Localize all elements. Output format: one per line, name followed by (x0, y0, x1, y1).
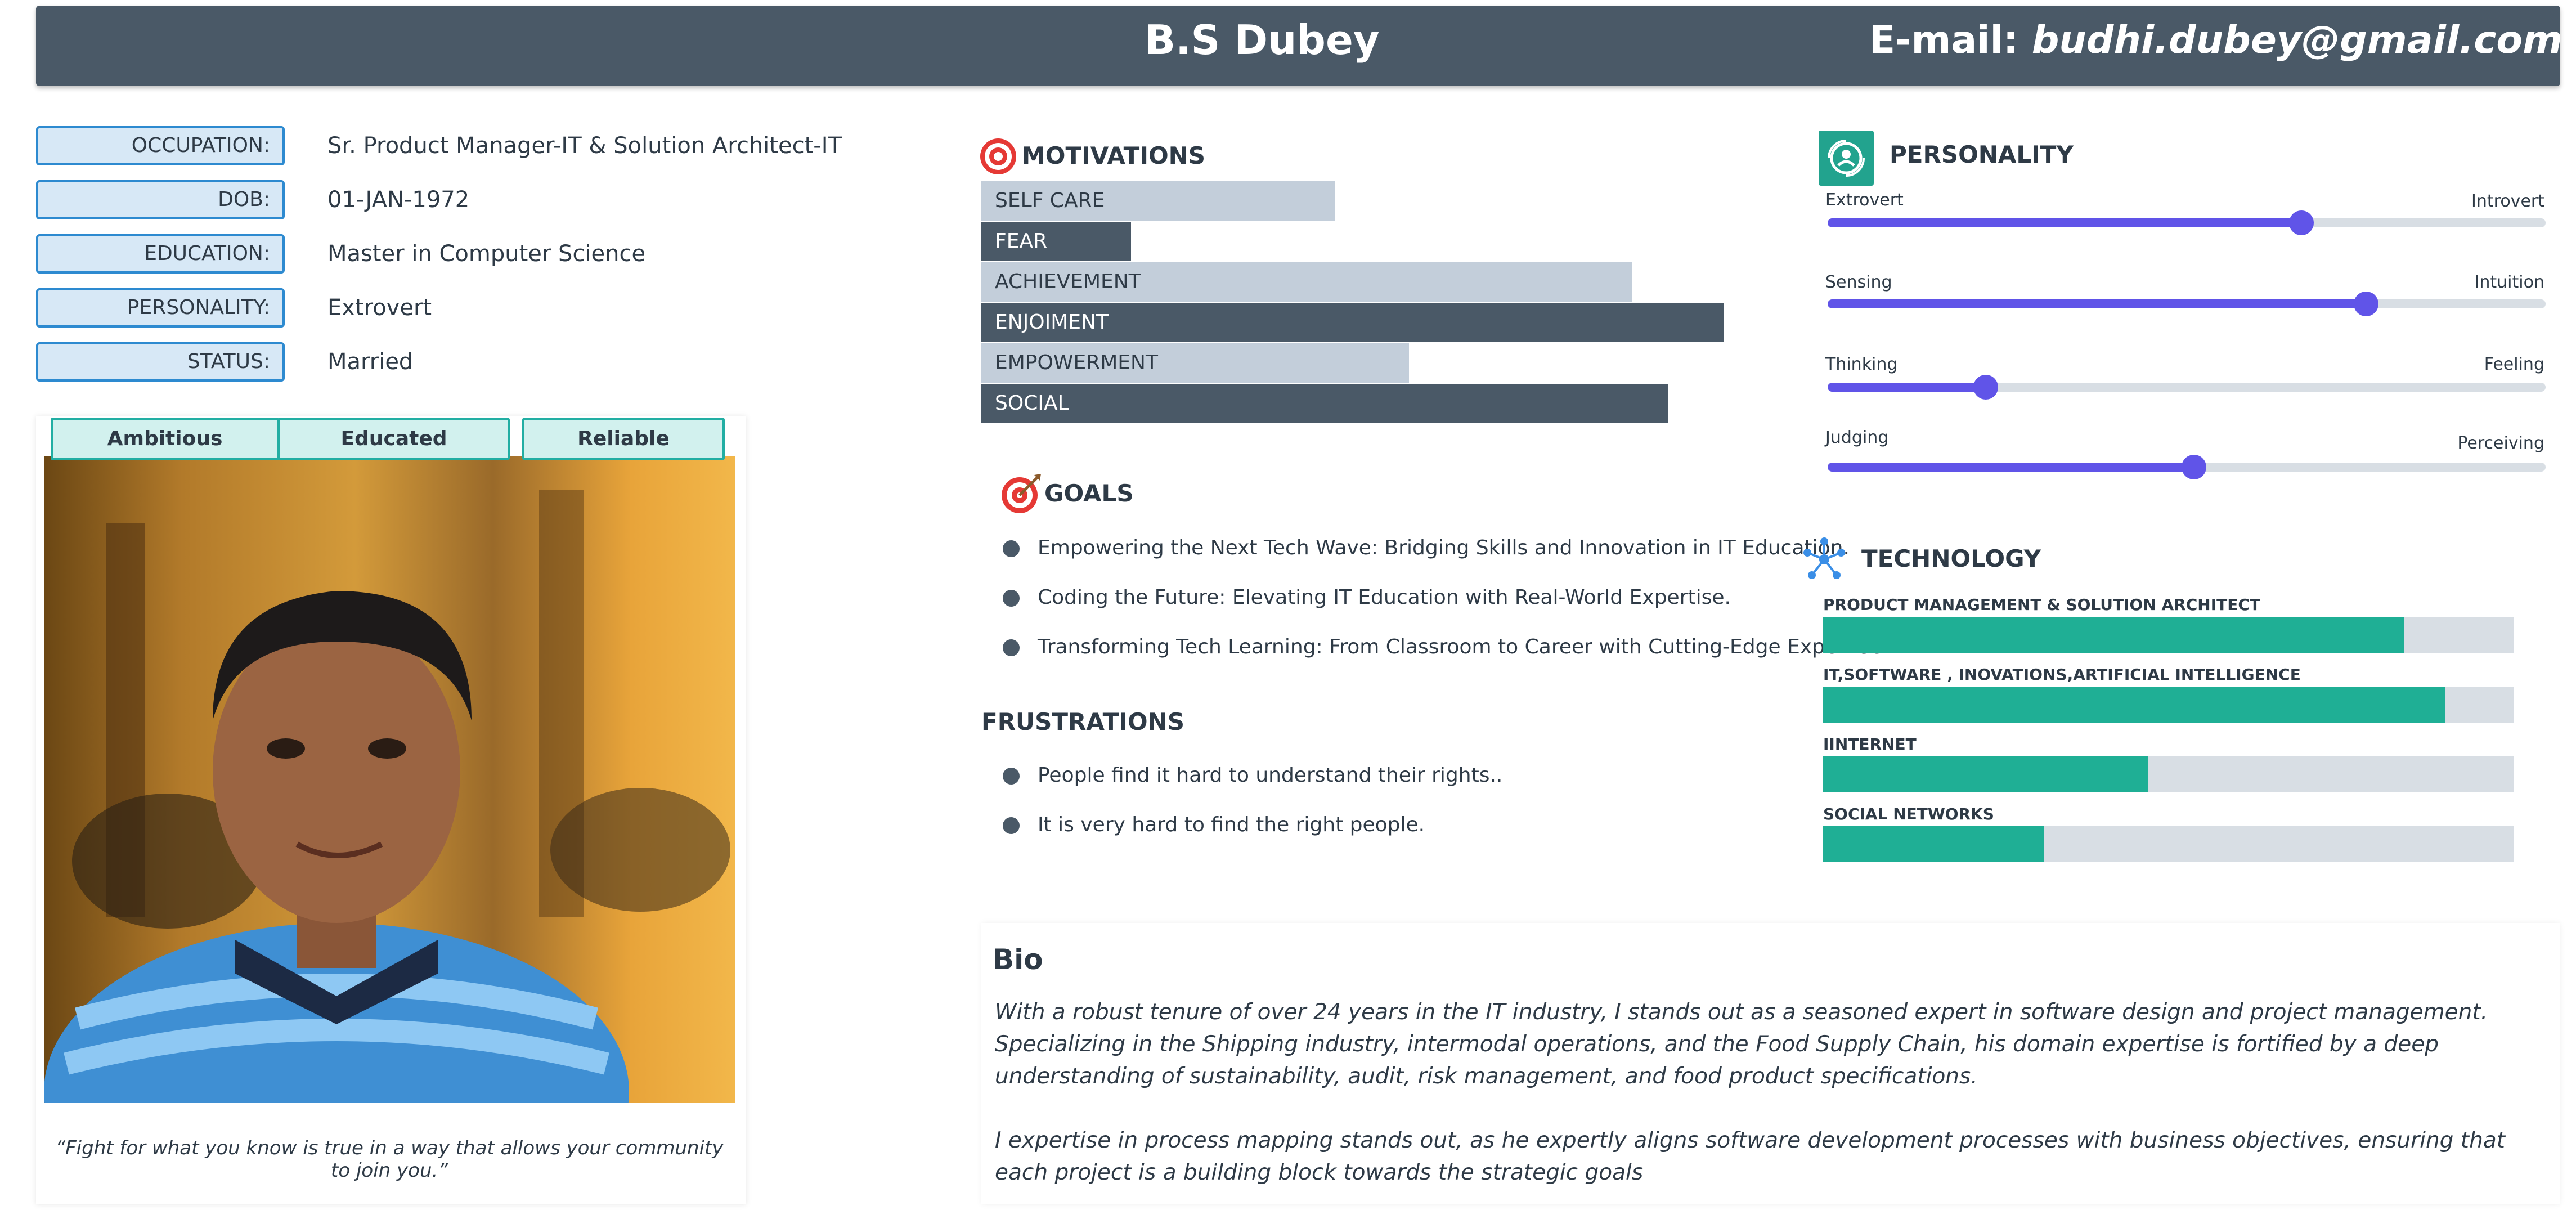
slider-fill (1828, 299, 2366, 308)
bullet-icon (1003, 768, 1020, 785)
motivation-bar: SELF CARE (981, 181, 1335, 221)
trait-educated: Educated (278, 418, 510, 460)
tech-label: IINTERNET (1823, 735, 1917, 754)
persona-photo (44, 456, 735, 1103)
personality-title: PERSONALITY (1890, 141, 2074, 168)
goal-text: Coding the Future: Elevating IT Educatio… (1038, 586, 1731, 609)
goals-title: GOALS (1044, 479, 1134, 507)
tech-bar-fill (1823, 826, 2044, 862)
scale-right-label: Introvert (2471, 191, 2544, 211)
slider-knob[interactable] (1973, 375, 1998, 400)
email-address[interactable]: budhi.dubey@gmail.com (2032, 18, 2562, 62)
persona-photo-illustration (44, 490, 730, 1103)
tech-label: PRODUCT MANAGEMENT & SOLUTION ARCHITECT (1823, 595, 2260, 614)
personality-slider[interactable] (1828, 375, 2546, 400)
dob-value: 01-JAN-1972 (327, 187, 470, 213)
persona-quote: “Fight for what you know is true in a wa… (55, 1137, 724, 1182)
tech-bar (1823, 687, 2514, 723)
tech-label: IT,SOFTWARE , INOVATIONS,ARTIFICIAL INTE… (1823, 665, 2301, 684)
tech-bar (1823, 756, 2514, 792)
scale-left-label: Sensing (1825, 272, 1892, 292)
motivation-bar: SOCIAL (981, 384, 1668, 423)
tech-bar (1823, 826, 2514, 862)
trait-reliable: Reliable (522, 418, 725, 460)
occupation-value: Sr. Product Manager-IT & Solution Archit… (327, 133, 842, 159)
scale-left-label: Extrovert (1825, 190, 1904, 210)
slider-fill (1828, 463, 2194, 472)
dart-target-icon (999, 472, 1043, 516)
bullet-icon (1003, 817, 1020, 834)
frustrations-title: FRUSTRATIONS (981, 708, 1184, 736)
personality-label: PERSONALITY: (36, 288, 285, 328)
dob-label: DOB: (36, 180, 285, 219)
bio-paragraph: I expertise in process mapping stands ou… (995, 1128, 2506, 1185)
motivation-bar: ACHIEVEMENT (981, 262, 1632, 302)
education-value: Master in Computer Science (327, 241, 646, 267)
motivation-bar: ENJOIMENT (981, 303, 1724, 342)
slider-knob[interactable] (2354, 292, 2378, 316)
bio-paragraph: With a robust tenure of over 24 years in… (995, 1000, 2488, 1089)
goal-text: Empowering the Next Tech Wave: Bridging … (1038, 536, 1850, 559)
motivation-bar: FEAR (981, 222, 1131, 261)
email-contact: E-mail: budhi.dubey@gmail.com (1869, 0, 2562, 80)
slider-knob[interactable] (2289, 210, 2314, 235)
frustration-text: It is very hard to find the right people… (1038, 813, 1425, 836)
bullet-icon (1003, 639, 1020, 656)
email-label: E-mail: (1869, 18, 2019, 62)
status-label: STATUS: (36, 342, 285, 382)
goal-text: Transforming Tech Learning: From Classro… (1038, 635, 1882, 658)
bullet-icon (1003, 590, 1020, 607)
personality-slider[interactable] (1828, 455, 2546, 479)
tech-bar (1823, 617, 2514, 653)
slider-knob[interactable] (2181, 455, 2206, 479)
trait-ambitious: Ambitious (51, 418, 279, 460)
bullet-icon (1003, 540, 1020, 557)
slider-fill (1828, 383, 1986, 392)
slider-fill (1828, 218, 2302, 227)
frustration-text: People find it hard to understand their … (1038, 764, 1503, 787)
education-label: EDUCATION: (36, 234, 285, 274)
scale-right-label: Feeling (2484, 355, 2544, 374)
scale-right-label: Intuition (2474, 272, 2544, 292)
bio-title: Bio (993, 943, 1043, 976)
scale-right-label: Perceiving (2457, 433, 2544, 453)
scale-left-label: Judging (1825, 428, 1889, 447)
motivations-title: MOTIVATIONS (1022, 142, 1206, 169)
network-icon (1801, 536, 1848, 583)
status-value: Married (327, 349, 414, 375)
scale-left-label: Thinking (1825, 355, 1898, 374)
tech-bar-fill (1823, 687, 2445, 723)
technology-title: TECHNOLOGY (1861, 545, 2041, 572)
personality-value: Extrovert (327, 295, 432, 321)
occupation-label: OCCUPATION: (36, 126, 285, 165)
motivation-bar: EMPOWERMENT (981, 343, 1409, 383)
tech-bar-fill (1823, 756, 2148, 792)
tech-bar-fill (1823, 617, 2404, 653)
personality-icon (1819, 131, 1874, 186)
target-icon (979, 137, 1017, 176)
personality-slider[interactable] (1828, 292, 2546, 316)
personality-slider[interactable] (1828, 210, 2546, 235)
tech-label: SOCIAL NETWORKS (1823, 805, 1994, 823)
